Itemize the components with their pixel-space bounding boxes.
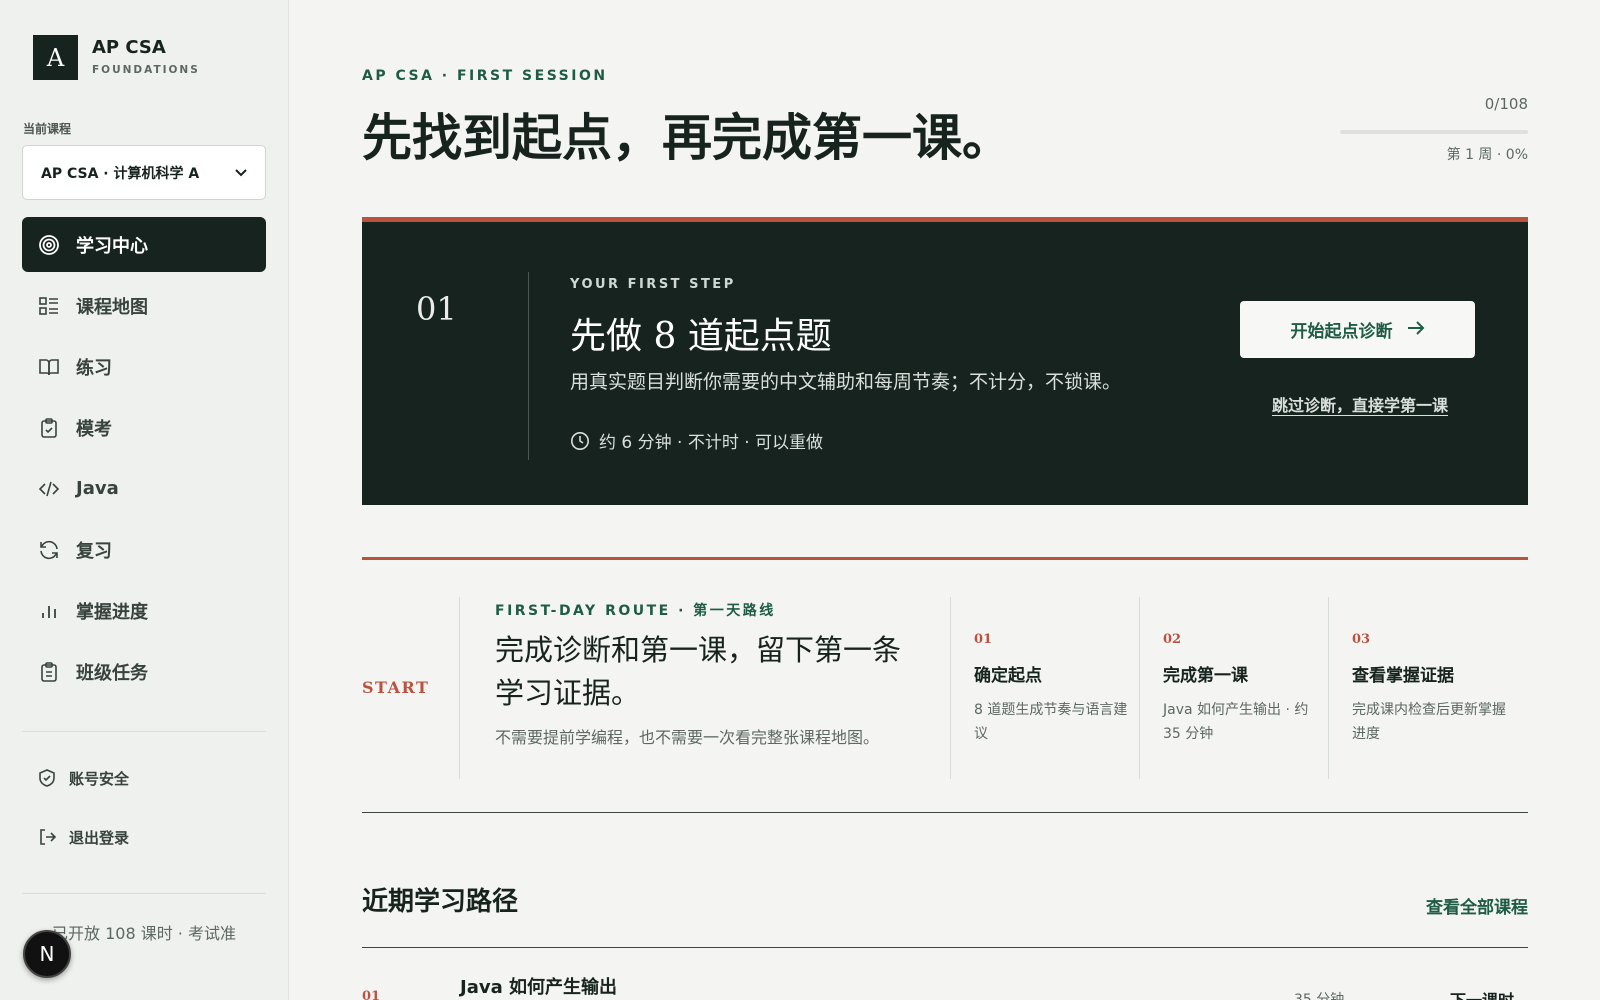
sidebar-divider: [22, 893, 266, 894]
sidebar: A AP CSA FOUNDATIONS 当前课程 AP CSA · 计算机科学…: [0, 0, 289, 1000]
route-title: 完成诊断和第一课，留下第一条学习证据。: [495, 633, 902, 710]
lesson-title[interactable]: Java 如何产生输出: [460, 973, 617, 999]
recent-path-divider: [362, 947, 1528, 948]
refresh-icon: [38, 539, 60, 561]
route-eyebrow: FIRST-DAY ROUTE · 第一天路线: [495, 603, 776, 619]
brand-subtitle: FOUNDATIONS: [92, 64, 200, 76]
route-step-title: 完成第一课: [1163, 666, 1248, 686]
sidebar-item-label: Java: [76, 478, 119, 499]
sidebar-item-label: 复习: [76, 540, 112, 562]
logout-icon: [37, 827, 57, 847]
map-grid-icon: [38, 295, 60, 317]
book-icon: [38, 356, 60, 378]
sidebar-item-label: 班级任务: [76, 662, 148, 684]
account-security-link[interactable]: 账号安全: [22, 758, 266, 798]
route-description: 不需要提前学编程，也不需要一次看完整张课程地图。: [495, 728, 880, 747]
route-step-description: 8 道题生成节奏与语言建议: [974, 702, 1128, 742]
first-step-meta: 约 6 分钟 · 不计时 · 可以重做: [570, 428, 823, 453]
route-divider: [1328, 597, 1329, 779]
first-step-card: 01 YOUR FIRST STEP 先做 8 道起点题 用真实题目判断你需要的…: [362, 217, 1528, 505]
sidebar-item-label: 模考: [76, 418, 112, 440]
course-select[interactable]: AP CSA · 计算机科学 A: [22, 145, 266, 200]
route-divider: [459, 597, 460, 779]
shield-icon: [37, 768, 57, 788]
route-step: 01 确定起点 8 道题生成节奏与语言建议: [974, 632, 1134, 746]
bar-chart-icon: [38, 600, 60, 622]
route-step-description: Java 如何产生输出 · 约 35 分钟: [1163, 702, 1309, 742]
recent-path-title: 近期学习路径: [362, 887, 519, 917]
arrow-right-icon: [1407, 319, 1425, 340]
sidebar-item-label: 课程地图: [76, 296, 148, 318]
first-step-title: 先做 8 道起点题: [570, 316, 832, 357]
clipboard-list-icon: [38, 661, 60, 683]
sidebar-item-review[interactable]: 复习: [22, 522, 266, 577]
route-divider: [950, 597, 951, 779]
sidebar-item-class-tasks[interactable]: 班级任务: [22, 644, 266, 699]
course-select-value: AP CSA · 计算机科学 A: [41, 165, 200, 182]
sidebar-item-java[interactable]: Java: [22, 461, 266, 516]
sidebar-item-learning-center[interactable]: 学习中心: [22, 217, 266, 272]
sidebar-item-mastery[interactable]: 掌握进度: [22, 583, 266, 638]
start-diagnostic-button[interactable]: 开始起点诊断: [1240, 301, 1475, 358]
start-diagnostic-label: 开始起点诊断: [1290, 322, 1393, 342]
logout-label: 退出登录: [69, 828, 130, 847]
sidebar-item-mock-exam[interactable]: 模考: [22, 400, 266, 455]
route-step-number: 01: [974, 632, 993, 647]
route-step: 02 完成第一课 Java 如何产生输出 · 约 35 分钟: [1163, 632, 1323, 746]
sidebar-item-label: 学习中心: [76, 235, 148, 257]
avatar[interactable]: N: [23, 930, 71, 978]
first-step-divider: [528, 272, 529, 460]
clock-icon: [571, 431, 589, 450]
route-step: 03 查看掌握证据 完成课内检查后更新掌握进度: [1352, 632, 1512, 746]
first-step-eyebrow: YOUR FIRST STEP: [570, 277, 736, 292]
progress-count: 0/108: [1484, 95, 1528, 113]
view-all-courses-link[interactable]: 查看全部课程: [1426, 893, 1528, 918]
code-icon: [38, 478, 60, 500]
progress-week: 第 1 周 · 0%: [1446, 147, 1528, 163]
sidebar-item-label: 掌握进度: [76, 601, 148, 623]
first-step-number: 01: [416, 290, 457, 328]
first-step-description: 用真实题目判断你需要的中文辅助和每周节奏；不计分，不锁课。: [570, 371, 1122, 393]
sidebar-divider: [22, 731, 266, 732]
chevron-down-icon: [235, 166, 247, 180]
route-step-title: 查看掌握证据: [1352, 666, 1454, 686]
clipboard-check-icon: [38, 417, 60, 439]
route-step-title: 确定起点: [974, 666, 1042, 686]
page-eyebrow: AP CSA · FIRST SESSION: [362, 68, 608, 84]
route-step-number: 02: [1163, 632, 1182, 647]
sidebar-item-practice[interactable]: 练习: [22, 339, 266, 394]
route-start-label: START: [362, 678, 430, 697]
target-icon: [38, 234, 60, 256]
sidebar-nav: 学习中心 课程地图 练习 模考 Java 复习 掌握进度 班级任务: [22, 217, 266, 705]
first-step-meta-text: 约 6 分钟 · 不计时 · 可以重做: [599, 433, 824, 453]
route-divider: [1139, 597, 1140, 779]
page-title: 先找到起点，再完成第一课。: [362, 108, 1012, 167]
sidebar-footer-note: 已开放 108 课时 · 考试准: [52, 924, 236, 943]
brand-name: AP CSA: [92, 37, 166, 58]
route-step-number: 03: [1352, 632, 1371, 647]
course-select-label: 当前课程: [23, 122, 72, 136]
logout-link[interactable]: 退出登录: [22, 817, 266, 857]
next-lesson-link[interactable]: 下一课时: [1450, 987, 1514, 1000]
progress-bar: [1340, 130, 1528, 134]
account-security-label: 账号安全: [69, 769, 130, 788]
lesson-duration: 35 分钟: [1294, 992, 1345, 1000]
brand-logo[interactable]: A: [33, 35, 78, 80]
sidebar-item-label: 练习: [76, 357, 112, 379]
route-step-description: 完成课内检查后更新掌握进度: [1352, 702, 1506, 742]
first-day-route: START FIRST-DAY ROUTE · 第一天路线 完成诊断和第一课，留…: [362, 557, 1528, 813]
lesson-number: 01: [362, 989, 381, 1000]
sidebar-item-course-map[interactable]: 课程地图: [22, 278, 266, 333]
skip-diagnostic-link[interactable]: 跳过诊断，直接学第一课: [1260, 392, 1460, 416]
